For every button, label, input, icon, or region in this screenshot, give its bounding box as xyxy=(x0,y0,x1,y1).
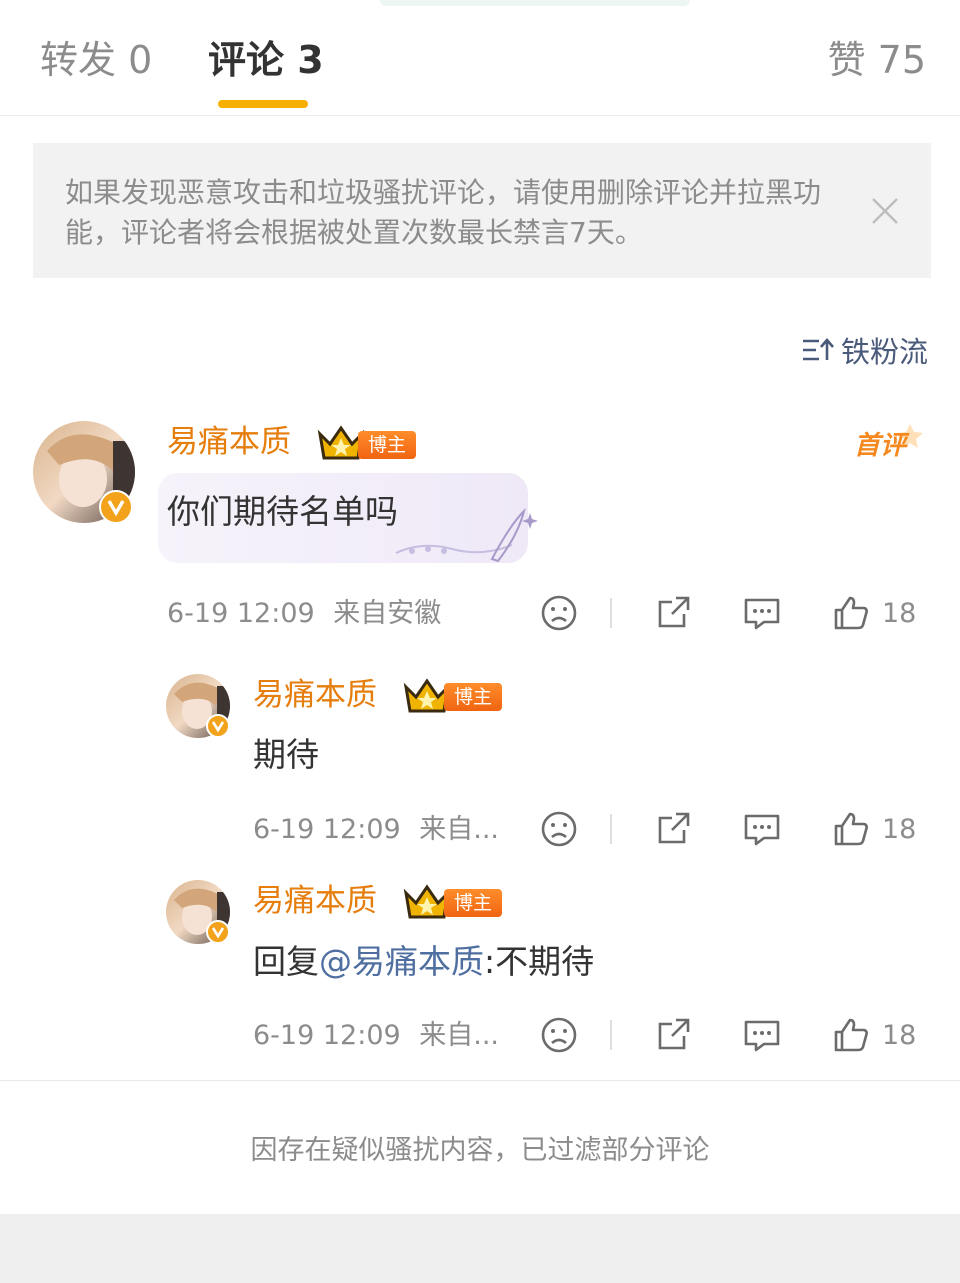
like-count: 18 xyxy=(882,597,917,629)
comment-icon xyxy=(744,1020,780,1052)
comment-meta: 6-19 12:09 来自安徽 xyxy=(167,596,441,632)
reply-text: 期待 xyxy=(253,735,319,774)
close-icon[interactable] xyxy=(869,195,901,227)
sort-icon xyxy=(802,338,834,361)
like-button[interactable]: 18 xyxy=(832,590,916,636)
reply-meta: 6-19 12:09 来自... xyxy=(253,812,499,848)
tab-repost[interactable]: 转发 0 xyxy=(40,36,152,84)
reply-button[interactable] xyxy=(742,806,782,852)
blogger-badge: 博主 xyxy=(444,683,503,711)
comment-location: 来自安徽 xyxy=(333,598,442,629)
comment-time: 6-19 12:09 xyxy=(167,598,315,629)
share-icon xyxy=(658,1018,690,1050)
tab-bar: 转发 0 评论 3 赞 75 xyxy=(0,0,960,116)
dislike-face-icon xyxy=(541,1017,577,1053)
reply-meta: 6-19 12:09 来自... xyxy=(253,1018,499,1054)
share-icon xyxy=(658,812,690,844)
reply-text: 回复@易痛本质:不期待 xyxy=(253,940,594,984)
thumbs-up-icon xyxy=(834,596,868,630)
dislike-face-icon xyxy=(541,811,577,847)
comment-actions: 18 xyxy=(540,590,930,636)
reply-prefix: 回复 xyxy=(253,942,319,981)
share-button[interactable] xyxy=(654,1012,692,1058)
reply-actions: 18 xyxy=(540,1012,930,1058)
tab-like[interactable]: 赞 75 xyxy=(828,36,926,84)
comment-text: 你们期待名单吗 xyxy=(167,492,398,531)
reply-time: 6-19 12:09 xyxy=(253,1020,401,1051)
share-button[interactable] xyxy=(654,806,692,852)
action-divider xyxy=(610,1020,612,1050)
sort-label: 铁粉流 xyxy=(840,335,928,369)
comment-author[interactable]: 易痛本质 xyxy=(167,422,291,462)
action-divider xyxy=(610,814,612,844)
verified-badge-icon xyxy=(206,714,230,738)
notice-text: 如果发现恶意攻击和垃圾骚扰评论，请使用删除评论并拉黑功能，评论者将会根据被处置次… xyxy=(65,176,822,249)
verified-badge-icon xyxy=(99,490,133,524)
sort-button[interactable]: 铁粉流 xyxy=(801,330,928,370)
like-count: 18 xyxy=(882,813,917,845)
like-count: 18 xyxy=(882,1019,917,1051)
reply-content: :不期待 xyxy=(484,942,595,981)
active-tab-indicator xyxy=(218,100,308,108)
reply-location: 来自... xyxy=(419,814,500,845)
reply-author[interactable]: 易痛本质 xyxy=(253,675,377,715)
comment-icon xyxy=(744,814,780,846)
reply-button[interactable] xyxy=(742,1012,782,1058)
moderation-notice: 如果发现恶意攻击和垃圾骚扰评论，请使用删除评论并拉黑功能，评论者将会根据被处置次… xyxy=(33,143,931,278)
thumbs-up-icon xyxy=(834,812,868,846)
dislike-face-icon xyxy=(541,595,577,631)
reply-actions: 18 xyxy=(540,806,930,852)
tab-comment[interactable]: 评论 3 xyxy=(208,36,324,84)
reply-time: 6-19 12:09 xyxy=(253,814,401,845)
blogger-badge: 博主 xyxy=(444,889,503,917)
dislike-button[interactable] xyxy=(540,1012,578,1058)
reply-location: 来自... xyxy=(419,1020,500,1051)
svg-text:首评: 首评 xyxy=(854,431,910,461)
thumbs-up-icon xyxy=(834,1018,868,1052)
first-comment-badge: 首评 xyxy=(852,420,926,468)
share-icon xyxy=(658,596,690,628)
reply-author[interactable]: 易痛本质 xyxy=(253,881,377,921)
filter-note: 因存在疑似骚扰内容，已过滤部分评论 xyxy=(250,1135,710,1166)
like-button[interactable]: 18 xyxy=(832,806,916,852)
comment-icon xyxy=(744,598,780,630)
list-divider xyxy=(0,1080,960,1081)
bottom-bar xyxy=(0,1214,960,1283)
dislike-button[interactable] xyxy=(540,806,578,852)
action-divider xyxy=(610,598,612,628)
blogger-badge: 博主 xyxy=(358,431,417,459)
verified-badge-icon xyxy=(206,920,230,944)
dislike-button[interactable] xyxy=(540,590,578,636)
reply-button[interactable] xyxy=(742,590,782,636)
like-button[interactable]: 18 xyxy=(832,1012,916,1058)
share-button[interactable] xyxy=(654,590,692,636)
mention-link[interactable]: @易痛本质 xyxy=(319,942,484,981)
